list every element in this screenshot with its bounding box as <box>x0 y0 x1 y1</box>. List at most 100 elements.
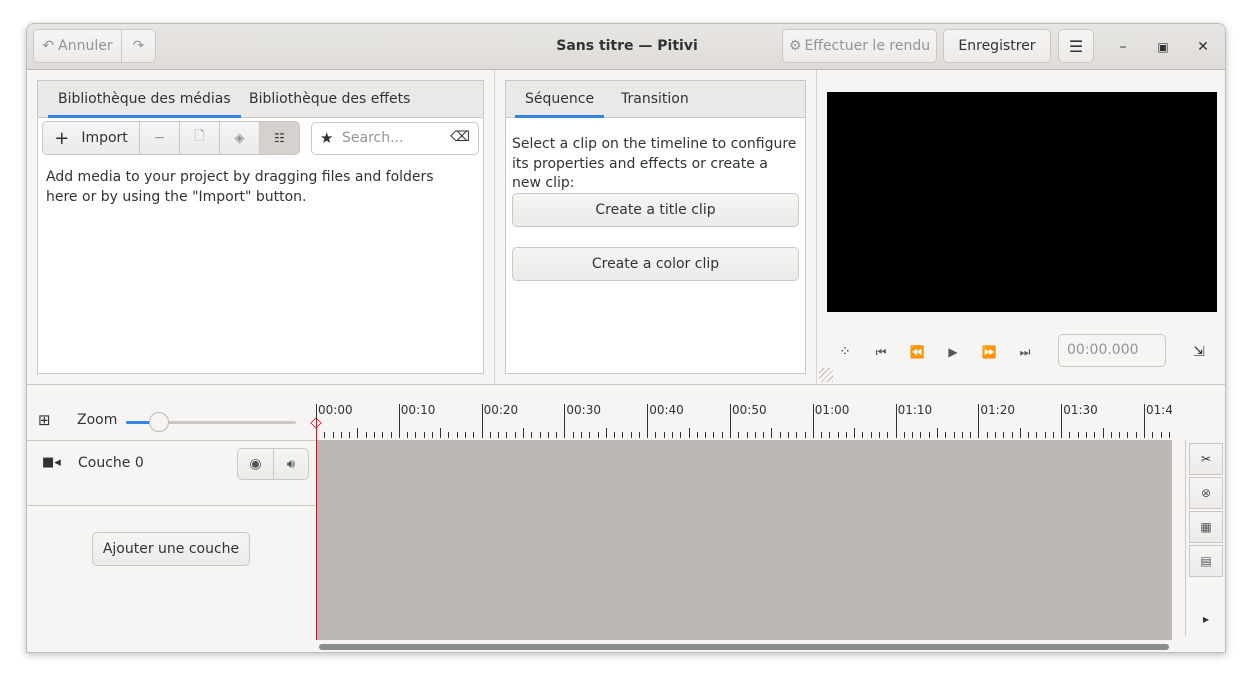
ruler-minor-tick <box>1168 432 1170 438</box>
play-icon: ▶ <box>948 345 958 359</box>
ruler-minor-tick <box>937 428 938 438</box>
timeline-scrollbar[interactable] <box>319 644 1169 650</box>
layers-icon: ◈ <box>234 130 245 146</box>
panel-separator[interactable] <box>494 70 495 384</box>
ruler-label: 01:20 <box>980 403 1015 417</box>
tab-transition[interactable]: Transition <box>611 81 699 118</box>
save-button[interactable]: Enregistrer <box>943 29 1051 63</box>
redo-button[interactable]: ↷ <box>121 29 156 63</box>
layer-name[interactable]: Couche 0 <box>78 455 144 471</box>
ruler-minor-tick <box>1069 432 1071 438</box>
ruler-minor-tick <box>1119 432 1121 438</box>
ruler-minor-tick <box>796 432 798 438</box>
minus-icon: − <box>153 130 166 146</box>
clear-search-icon[interactable]: ⌫ <box>450 129 470 145</box>
resize-grip-icon[interactable] <box>819 368 833 382</box>
panel-separator[interactable] <box>816 70 817 384</box>
tab-label: Séquence <box>525 91 595 107</box>
maximize-button[interactable]: ▣ <box>1152 36 1174 58</box>
timeline-ruler[interactable]: 00:00 00:10 00:20 00:30 00:40 00:50 01:00 01:10… <box>316 402 1172 440</box>
ruler-minor-tick <box>423 432 425 438</box>
ruler-minor-tick <box>514 432 516 438</box>
ruler-minor-tick <box>1052 432 1054 438</box>
ruler-major-tick <box>895 404 897 438</box>
ruler-minor-tick <box>680 432 682 438</box>
minimize-button[interactable]: – <box>1112 36 1134 58</box>
go-to-end-button[interactable]: ⏭ <box>1015 342 1035 362</box>
ruler-minor-tick <box>349 432 351 438</box>
media-toolbar: + Import − 🗋 ◈ ☷ <box>42 121 300 155</box>
ruler-minor-tick <box>556 432 558 438</box>
ruler-minor-tick <box>672 432 674 438</box>
media-search-input[interactable]: ★ Search... ⌫ <box>311 122 479 155</box>
zoom-fit-icon[interactable]: ⊞ <box>38 411 51 429</box>
toggle-audio-button[interactable]: 🔊︎ <box>273 448 309 480</box>
go-to-start-button[interactable]: ⏮ <box>871 342 891 362</box>
zoom-slider-knob[interactable] <box>149 412 169 432</box>
tab-media-library[interactable]: Bibliothèque des médias <box>48 81 241 118</box>
undo-button[interactable]: ↶ Annuler <box>33 29 122 63</box>
ruler-minor-tick <box>994 432 996 438</box>
ruler-minor-tick <box>473 432 475 438</box>
timecode-input[interactable]: 00:00.000 <box>1058 334 1166 367</box>
ruler-minor-tick <box>1094 432 1096 438</box>
playhead[interactable] <box>316 420 317 640</box>
close-button[interactable]: ✕ <box>1192 36 1214 58</box>
ruler-minor-tick <box>920 432 922 438</box>
timeline-separator[interactable] <box>27 384 1225 385</box>
ruler-minor-tick <box>407 432 409 438</box>
ruler-label: 01:00 <box>814 403 850 417</box>
ruler-minor-tick <box>1135 432 1137 438</box>
video-viewer <box>827 92 1217 312</box>
ruler-major-tick <box>1061 404 1063 438</box>
import-label: Import <box>81 130 128 146</box>
ruler-minor-tick <box>705 432 707 438</box>
ruler-minor-tick <box>523 428 524 438</box>
toggle-video-button[interactable]: ◉ <box>237 448 274 480</box>
ruler-minor-tick <box>961 432 963 438</box>
ruler-minor-tick <box>1077 432 1079 438</box>
ruler-minor-tick <box>1011 432 1013 438</box>
clip-properties-button[interactable]: 🗋 <box>179 121 220 155</box>
viewer-grid-button[interactable]: ⁘ <box>835 342 855 362</box>
ruler-minor-tick <box>1160 432 1162 438</box>
ruler-major-tick <box>812 404 814 438</box>
ruler-minor-tick <box>440 428 442 438</box>
timeline-track-area[interactable] <box>316 440 1172 640</box>
search-placeholder: Search... <box>342 130 404 146</box>
ruler-minor-tick <box>431 432 433 438</box>
list-view-toggle[interactable]: ☷ <box>259 121 300 155</box>
ruler-label: 00:30 <box>566 403 601 417</box>
tab-sequence[interactable]: Séquence <box>515 81 605 118</box>
scissors-icon: ✂ <box>1200 452 1212 466</box>
ungroup-clips-button[interactable]: ▤ <box>1189 545 1223 577</box>
forward-button[interactable]: ⏩ <box>979 342 999 362</box>
delete-clip-button[interactable]: ⊗ <box>1189 477 1223 509</box>
detach-viewer-button[interactable]: ⇲ <box>1189 342 1209 362</box>
remove-media-button[interactable]: − <box>139 121 180 155</box>
ruler-major-tick <box>1144 404 1145 438</box>
ruler-minor-tick <box>854 428 856 438</box>
insert-at-end-button[interactable]: ◈ <box>219 121 260 155</box>
create-color-clip-button[interactable]: Create a color clip <box>512 247 799 281</box>
ruler-minor-tick <box>1003 432 1005 438</box>
ruler-minor-tick <box>903 432 905 438</box>
ruler-major-tick <box>398 404 400 438</box>
fast-forward-icon: ⏩ <box>981 345 997 359</box>
import-button[interactable]: + Import <box>42 121 140 155</box>
play-button[interactable]: ▶ <box>943 342 963 362</box>
ruler-minor-tick <box>489 432 491 438</box>
ruler-minor-tick <box>605 428 607 438</box>
ruler-minor-tick <box>1110 432 1112 438</box>
create-title-clip-button[interactable]: Create a title clip <box>512 193 799 227</box>
render-button[interactable]: ⚙ Effectuer le rendu <box>782 29 937 63</box>
group-clips-button[interactable]: ▦ <box>1189 511 1223 543</box>
tab-effects-library[interactable]: Bibliothèque des effets <box>239 81 420 118</box>
rewind-button[interactable]: ⏪ <box>907 342 927 362</box>
ruler-minor-tick <box>614 432 616 438</box>
menu-button[interactable]: ☰ <box>1058 29 1094 63</box>
split-clip-button[interactable]: ✂ <box>1189 443 1223 475</box>
ruler-label: 00:20 <box>483 403 519 417</box>
more-tools-button[interactable]: ▸ <box>1189 603 1223 635</box>
add-layer-button[interactable]: Ajouter une couche <box>92 532 250 566</box>
